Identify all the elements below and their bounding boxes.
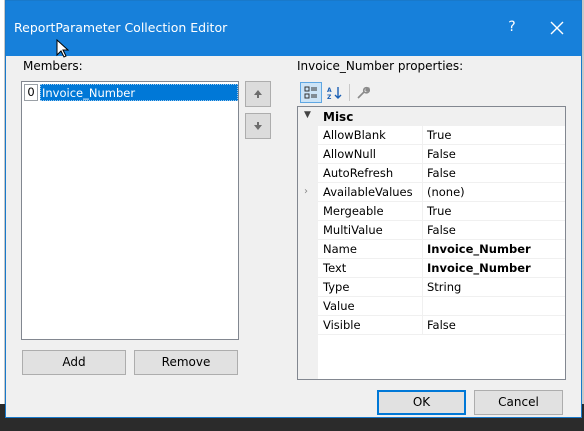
svg-text:A: A (327, 87, 332, 94)
property-value[interactable]: True (424, 126, 565, 145)
title-bar[interactable]: ReportParameter Collection Editor ? (6, 1, 581, 56)
ok-button[interactable]: OK (377, 390, 466, 415)
alphabetical-view-button[interactable]: A Z (324, 82, 346, 103)
property-name: Value (318, 297, 423, 316)
properties-label: Invoice_Number properties: (297, 59, 464, 73)
property-row[interactable]: AllowNull False (318, 145, 565, 164)
property-row[interactable]: Value (318, 297, 565, 316)
property-value[interactable] (424, 297, 565, 316)
category-label: Misc (323, 110, 354, 124)
dialog-title: ReportParameter Collection Editor (14, 20, 228, 35)
property-value[interactable]: Invoice_Number (424, 240, 565, 259)
property-name: Visible (318, 316, 423, 335)
property-name: AllowBlank (318, 126, 423, 145)
property-name: AutoRefresh (318, 164, 423, 183)
move-up-button[interactable] (245, 81, 271, 107)
property-row[interactable]: Type String (318, 278, 565, 297)
property-grid[interactable]: ▼ Misc AllowBlank True AllowNull False AutoR… (297, 106, 566, 380)
property-pages-button[interactable] (352, 82, 374, 103)
help-button[interactable]: ? (500, 15, 524, 39)
property-row[interactable]: Text Invoice_Number (318, 259, 565, 278)
close-button[interactable] (544, 15, 570, 41)
property-name: Text (318, 259, 423, 278)
members-label: Members: (23, 59, 83, 73)
categorized-view-button[interactable] (300, 82, 322, 103)
property-row[interactable]: AllowBlank True (318, 126, 565, 145)
arrow-up-icon (254, 90, 262, 98)
cancel-button[interactable]: Cancel (474, 390, 563, 415)
property-value[interactable]: False (424, 316, 565, 335)
arrow-down-icon (254, 122, 262, 130)
wrench-icon (357, 86, 370, 99)
collection-editor-dialog: ReportParameter Collection Editor ? Memb… (5, 0, 582, 418)
property-value[interactable]: (none) (424, 183, 565, 202)
property-value[interactable]: True (424, 202, 565, 221)
list-item[interactable]: 0 Invoice_Number (24, 84, 238, 101)
svg-text:Z: Z (327, 94, 332, 100)
member-index: 0 (24, 84, 38, 101)
property-row[interactable]: Visible False (318, 316, 565, 335)
close-icon (550, 21, 564, 35)
collapse-icon[interactable]: ▼ (304, 110, 311, 120)
property-row[interactable]: MultiValue False (318, 221, 565, 240)
sort-alphabetical-icon: A Z (327, 86, 342, 100)
expand-icon[interactable]: › (304, 186, 308, 197)
move-down-button[interactable] (245, 113, 271, 139)
property-grid-gutter (298, 107, 318, 379)
property-row[interactable]: AutoRefresh False (318, 164, 565, 183)
category-row[interactable]: ▼ Misc (298, 107, 565, 126)
property-row[interactable]: Mergeable True (318, 202, 565, 221)
categorized-icon (304, 86, 317, 98)
property-value[interactable]: False (424, 145, 565, 164)
property-value[interactable]: Invoice_Number (424, 259, 565, 278)
property-name: AllowNull (318, 145, 423, 164)
property-value[interactable]: False (424, 164, 565, 183)
property-value[interactable]: String (424, 278, 565, 297)
property-name: AvailableValues (318, 183, 423, 202)
property-row[interactable]: Name Invoice_Number (318, 240, 565, 259)
property-name: Mergeable (318, 202, 423, 221)
property-name: Name (318, 240, 423, 259)
toolbar-separator (349, 84, 350, 101)
remove-button[interactable]: Remove (134, 350, 238, 375)
property-name: MultiValue (318, 221, 423, 240)
member-name[interactable]: Invoice_Number (40, 84, 238, 101)
mouse-cursor-icon (56, 39, 70, 58)
add-button[interactable]: Add (22, 350, 126, 375)
property-value[interactable]: False (424, 221, 565, 240)
members-list[interactable]: 0 Invoice_Number (21, 81, 239, 340)
property-name: Type (318, 278, 423, 297)
property-row[interactable]: › AvailableValues (none) (304, 183, 565, 202)
